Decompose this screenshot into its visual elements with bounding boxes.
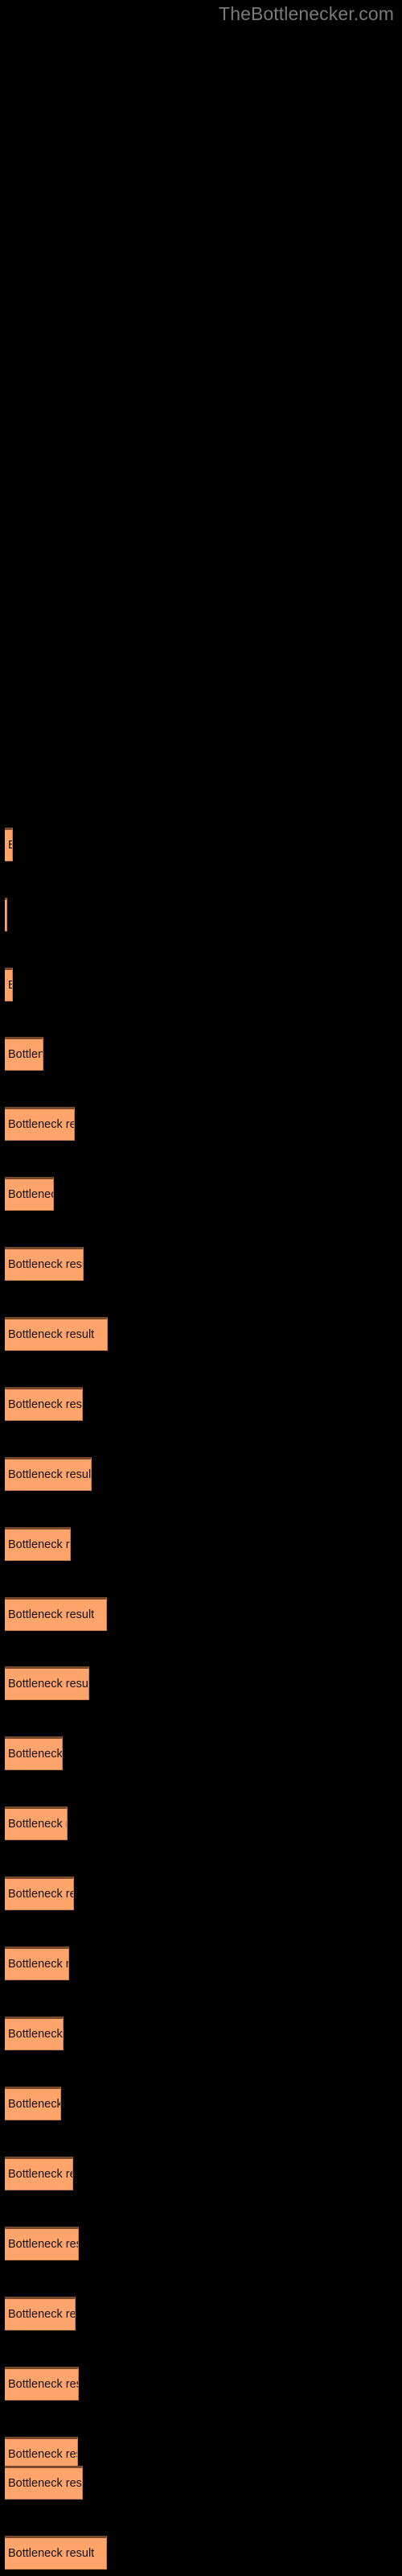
bar-4[interactable]: Bottleneck result xyxy=(5,1037,43,1071)
bar-21[interactable]: Bottleneck result xyxy=(5,2227,79,2260)
bar-label: Bottleneck result xyxy=(8,970,12,1001)
bar-12[interactable]: Bottleneck result xyxy=(5,1597,107,1631)
bar-label: Bottleneck result xyxy=(8,1258,83,1271)
bottleneck-bar-chart: Bottleneck result Bottleneck result Bottle… xyxy=(0,0,402,2576)
bar-label: Bottleneck result xyxy=(8,1888,73,1901)
bar-23[interactable]: Bottleneck result xyxy=(5,2367,79,2401)
bar-15[interactable]: Bottleneck result xyxy=(5,1806,68,1840)
bar-label: Bottleneck result xyxy=(8,2378,78,2391)
bar-label: Bottleneck result xyxy=(8,1188,53,1201)
bar-9[interactable]: Bottleneck result xyxy=(5,1387,83,1421)
bar-14[interactable]: Bottleneck result xyxy=(5,1736,63,1770)
bar-label: Bottleneck result xyxy=(8,1818,67,1831)
bar-label: Bottleneck result xyxy=(8,1048,43,1061)
bar-6[interactable]: Bottleneck result xyxy=(5,1177,54,1211)
bar-label: Bottleneck result xyxy=(8,1398,82,1411)
bar-label: Bottleneck result xyxy=(8,830,12,861)
bar-label: Bottleneck result xyxy=(8,1748,63,1761)
bar-1[interactable]: Bottleneck result xyxy=(5,828,13,861)
bar-label: Bottleneck result xyxy=(8,1678,89,1690)
bar-3[interactable]: Bottleneck result xyxy=(5,968,13,1001)
bar-label: Bottleneck result xyxy=(8,1538,70,1551)
bar-label: Bottleneck result xyxy=(8,2547,95,2560)
bar-label: Bottleneck result xyxy=(8,1118,74,1131)
bar-10[interactable]: Bottleneck result xyxy=(5,1457,92,1491)
bar-label: Bottleneck result xyxy=(8,1468,92,1481)
bar-13[interactable]: Bottleneck result xyxy=(5,1666,89,1700)
bar-17[interactable]: Bottleneck result xyxy=(5,1946,69,1980)
bar-label: Bottleneck result xyxy=(8,2477,82,2490)
bar-label: Bottleneck result xyxy=(8,2238,78,2251)
bar-7[interactable]: Bottleneck result xyxy=(5,1247,84,1281)
bar-22[interactable]: Bottleneck result xyxy=(5,2297,76,2330)
bar-8[interactable]: Bottleneck result xyxy=(5,1317,108,1351)
bar-label: Bottleneck result xyxy=(8,1608,95,1621)
bar-20[interactable]: Bottleneck result xyxy=(5,2157,73,2190)
bar-26[interactable]: Bottleneck result xyxy=(5,2536,107,2570)
bar-label: Bottleneck result xyxy=(8,2308,76,2321)
bar-5[interactable]: Bottleneck result xyxy=(5,1107,75,1141)
bar-25[interactable]: Bottleneck result xyxy=(5,2466,83,2500)
bar-2[interactable]: Bottleneck result xyxy=(5,898,7,931)
bar-11[interactable]: Bottleneck result xyxy=(5,1527,71,1561)
bar-19[interactable]: Bottleneck result xyxy=(5,2087,61,2120)
bar-label: Bottleneck result xyxy=(8,2168,72,2181)
bar-label: Bottleneck result xyxy=(8,1328,95,1341)
bar-18[interactable]: Bottleneck result xyxy=(5,2017,64,2050)
bar-16[interactable]: Bottleneck result xyxy=(5,1876,74,1910)
page-root: TheBottlenecker.com Bottleneck resultBot… xyxy=(0,0,402,2576)
bar-label: Bottleneck result xyxy=(8,2028,63,2041)
bar-label: Bottleneck result xyxy=(8,2098,61,2111)
bar-label: Bottleneck result xyxy=(8,1958,68,1971)
